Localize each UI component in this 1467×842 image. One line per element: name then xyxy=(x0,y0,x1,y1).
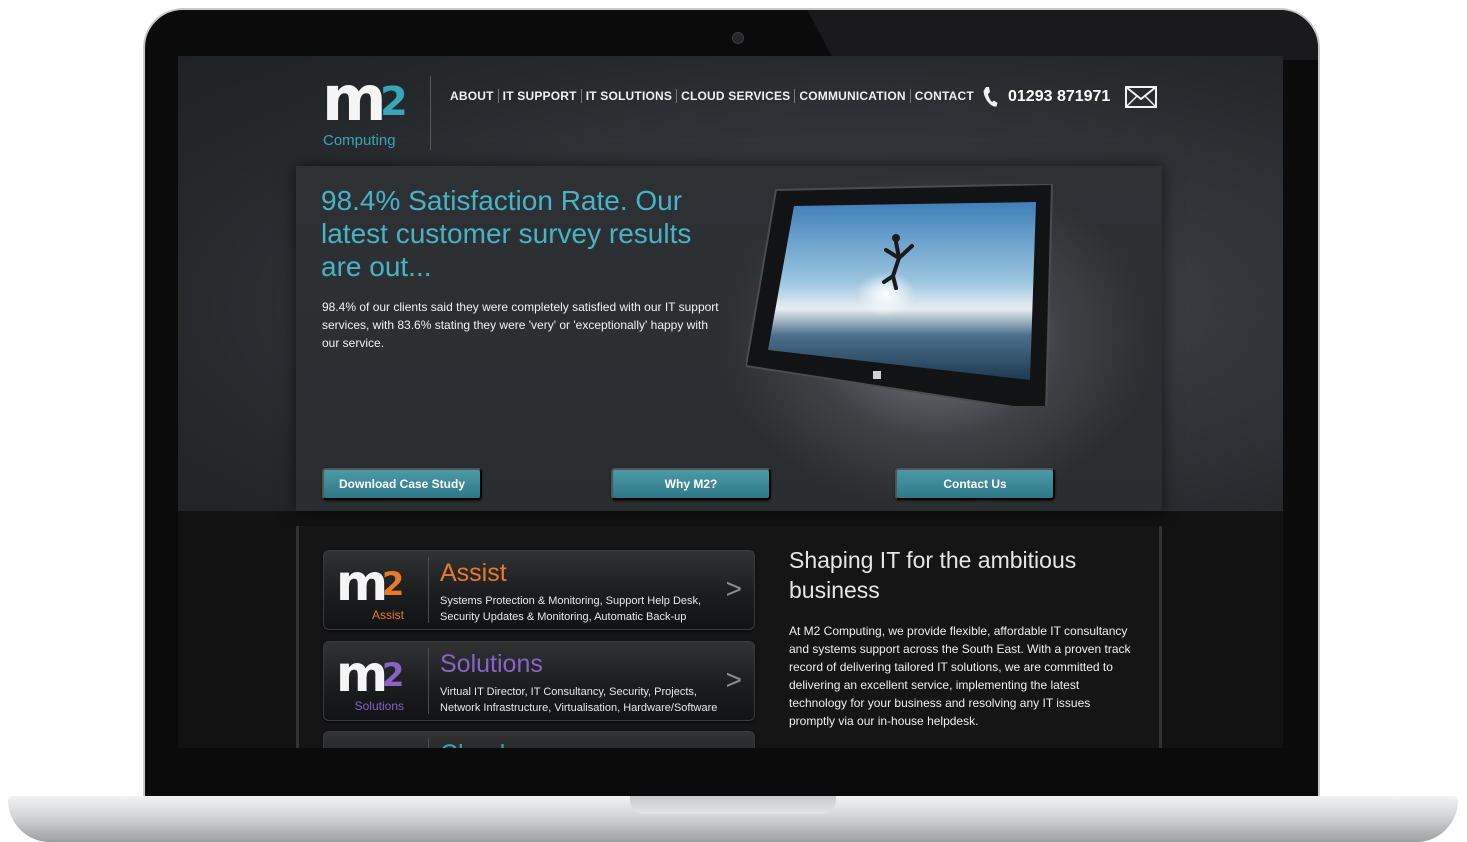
nav-item-it-solutions[interactable]: IT SOLUTIONS xyxy=(580,89,676,103)
logo-letter: m xyxy=(322,62,387,135)
mail-icon[interactable] xyxy=(1125,86,1157,108)
solutions-logo: m 2 Solutions xyxy=(336,648,416,714)
nav-item-communication[interactable]: COMMUNICATION xyxy=(794,89,909,103)
cloud-logo: m xyxy=(336,738,416,748)
solutions-logo-letter: m xyxy=(336,645,388,703)
logo-divider xyxy=(430,76,431,150)
solutions-logo-subtitle: Solutions xyxy=(354,699,404,713)
contact-us-button[interactable]: Contact Us xyxy=(895,468,1055,500)
website-screen: m 2 Computing ABOUT IT SUPPORT IT SOLUTI… xyxy=(178,56,1283,748)
hero-intro-text: 98.4% of our clients said they were comp… xyxy=(322,300,719,350)
service-description: Systems Protection & Monitoring, Support… xyxy=(440,595,702,623)
chevron-right-icon: > xyxy=(725,573,742,604)
nav-item-about[interactable]: ABOUT xyxy=(450,89,498,103)
main-nav: ABOUT IT SUPPORT IT SOLUTIONS CLOUD SERV… xyxy=(450,89,978,103)
service-card-cloud[interactable]: m Cloud xyxy=(323,731,755,748)
download-case-study-button[interactable]: Download Case Study xyxy=(322,468,482,500)
assist-logo-subtitle: Assist xyxy=(371,608,404,622)
assist-logo-number: 2 xyxy=(382,565,405,603)
chevron-right-icon: > xyxy=(725,664,742,695)
hero-headline: 98.4% Satisfaction Rate. Our latest cust… xyxy=(321,185,692,282)
logo-number: 2 xyxy=(380,79,408,125)
about-heading: Shaping IT for the ambitious business xyxy=(789,547,1077,603)
phone-number: 01293 871971 xyxy=(1008,88,1111,105)
why-m2-button[interactable]: Why M2? xyxy=(611,468,771,500)
assist-logo-letter: m xyxy=(336,554,388,612)
service-title: Solutions xyxy=(440,650,543,678)
bezel-reflection xyxy=(802,10,1318,60)
phone-contact[interactable]: 01293 871971 xyxy=(982,86,1110,108)
tablet-image xyxy=(746,184,1054,406)
m2-logo[interactable]: m 2 Computing xyxy=(322,68,418,152)
solutions-logo-number: 2 xyxy=(382,656,405,694)
logo-subtitle: Computing xyxy=(323,132,396,149)
about-text: At M2 Computing, we provide flexible, af… xyxy=(789,624,1131,728)
cloud-logo-letter: m xyxy=(336,738,388,748)
service-card-assist[interactable]: m 2 Assist Assist Systems Protection & M… xyxy=(323,550,755,630)
assist-logo: m 2 Assist xyxy=(336,557,416,623)
webcam-icon xyxy=(732,32,744,44)
service-title: Assist xyxy=(440,559,507,587)
service-description: Virtual IT Director, IT Consultancy, Sec… xyxy=(440,686,718,714)
service-divider xyxy=(428,648,429,714)
laptop-notch xyxy=(630,796,836,814)
service-title: Cloud xyxy=(440,740,505,748)
nav-item-it-support[interactable]: IT SUPPORT xyxy=(497,89,581,103)
service-divider xyxy=(428,738,429,748)
nav-item-cloud-services[interactable]: CLOUD SERVICES xyxy=(676,89,794,103)
phone-icon xyxy=(983,87,998,107)
service-card-solutions[interactable]: m 2 Solutions Solutions Virtual IT Direc… xyxy=(323,641,755,721)
service-divider xyxy=(428,557,429,623)
nav-item-contact[interactable]: CONTACT xyxy=(909,89,978,103)
